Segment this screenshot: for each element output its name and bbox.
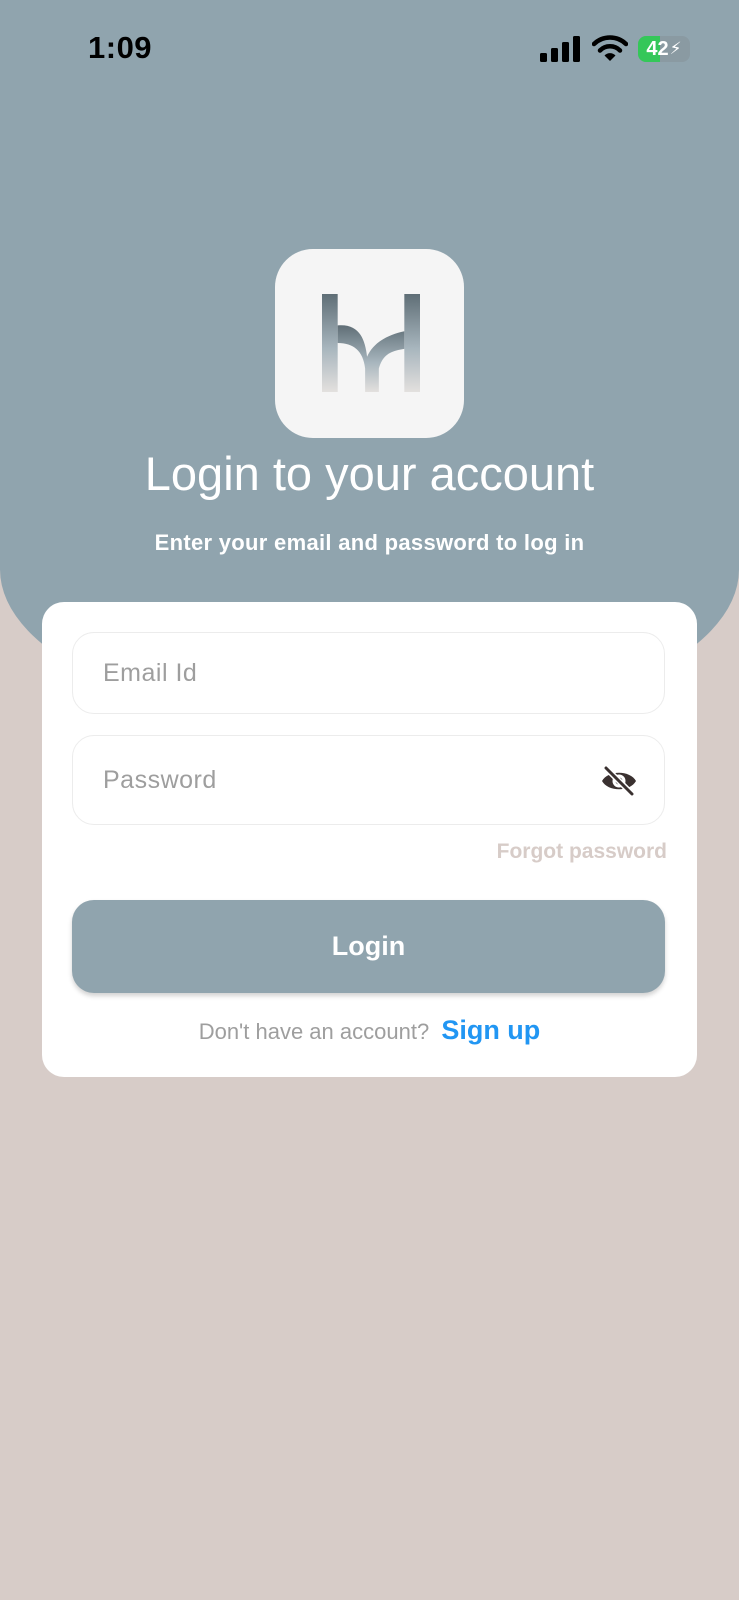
- password-field-container: [72, 735, 665, 825]
- signal-icon: [540, 36, 580, 62]
- email-input[interactable]: [103, 633, 563, 713]
- login-button[interactable]: Login: [72, 900, 665, 993]
- battery-level: 42: [646, 37, 669, 60]
- signup-prompt: Don't have an account?: [198, 1019, 430, 1044]
- eye-off-icon[interactable]: [600, 766, 638, 796]
- signup-link[interactable]: Sign up: [441, 1015, 540, 1045]
- forgot-password-link[interactable]: Forgot password: [497, 840, 667, 864]
- signup-row: Don't have an account? Sign up: [42, 1015, 697, 1046]
- status-time: 1:09: [88, 30, 153, 65]
- password-input[interactable]: [103, 736, 563, 824]
- wifi-icon: [592, 35, 628, 61]
- page-title: Login to your account: [144, 447, 595, 500]
- email-field-container: [72, 632, 665, 714]
- login-card: Forgot password Login Don't have an acco…: [42, 602, 697, 1077]
- app-logo: [275, 249, 464, 438]
- battery-icon: 42 ⚡: [638, 36, 690, 62]
- status-bar: 1:09 42 ⚡: [0, 0, 739, 100]
- charging-bolt-icon: ⚡: [669, 39, 682, 58]
- page-subtitle: Enter your email and password to log in: [154, 530, 585, 555]
- logo-mark-icon: [322, 294, 420, 392]
